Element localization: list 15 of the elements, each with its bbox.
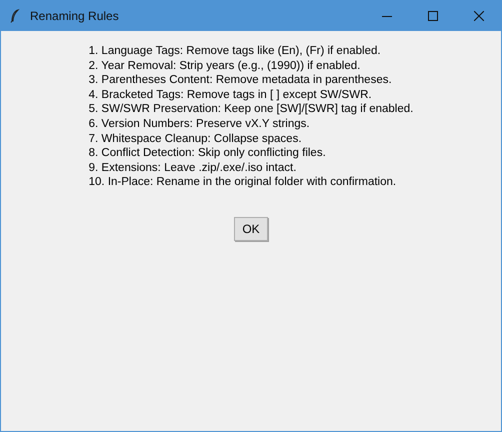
rule-text: 1. Language Tags: Remove tags like (En), (Fr) if enabled.	[88, 44, 382, 59]
rule-text: 9. Extensions: Leave .zip/.exe/.iso intact.	[88, 160, 298, 176]
rule-text: 3. Parentheses Content: Remove metadata in parentheses.	[88, 73, 393, 88]
rule-text: 6. Version Numbers: Preserve vX.Y strings.	[88, 116, 311, 132]
maximize-icon	[428, 10, 438, 20]
close-icon	[474, 10, 484, 20]
rule-text: 8. Conflict Detection: Skip only conflicting files.	[88, 146, 327, 161]
rule-text: 7. Whitespace Cleanup: Collapse spaces.	[88, 132, 303, 146]
rule-text: 4. Bracketed Tags: Remove tags in [ ] except SW/SWR.	[88, 88, 373, 102]
rule-text: 10. In-Place: Rename in the original folder with confirmation.	[88, 175, 398, 190]
rule-text: 2. Year Removal: Strip years (e.g., (1990)) if enabled.	[88, 58, 362, 74]
rule-text: 5. SW/SWR Preservation: Keep one [SW]/[SWR] tag if enabled.	[88, 102, 414, 117]
ok-button[interactable]: OK	[234, 216, 268, 241]
feather-icon	[10, 8, 20, 22]
window-title: Renaming Rules	[30, 8, 119, 24]
